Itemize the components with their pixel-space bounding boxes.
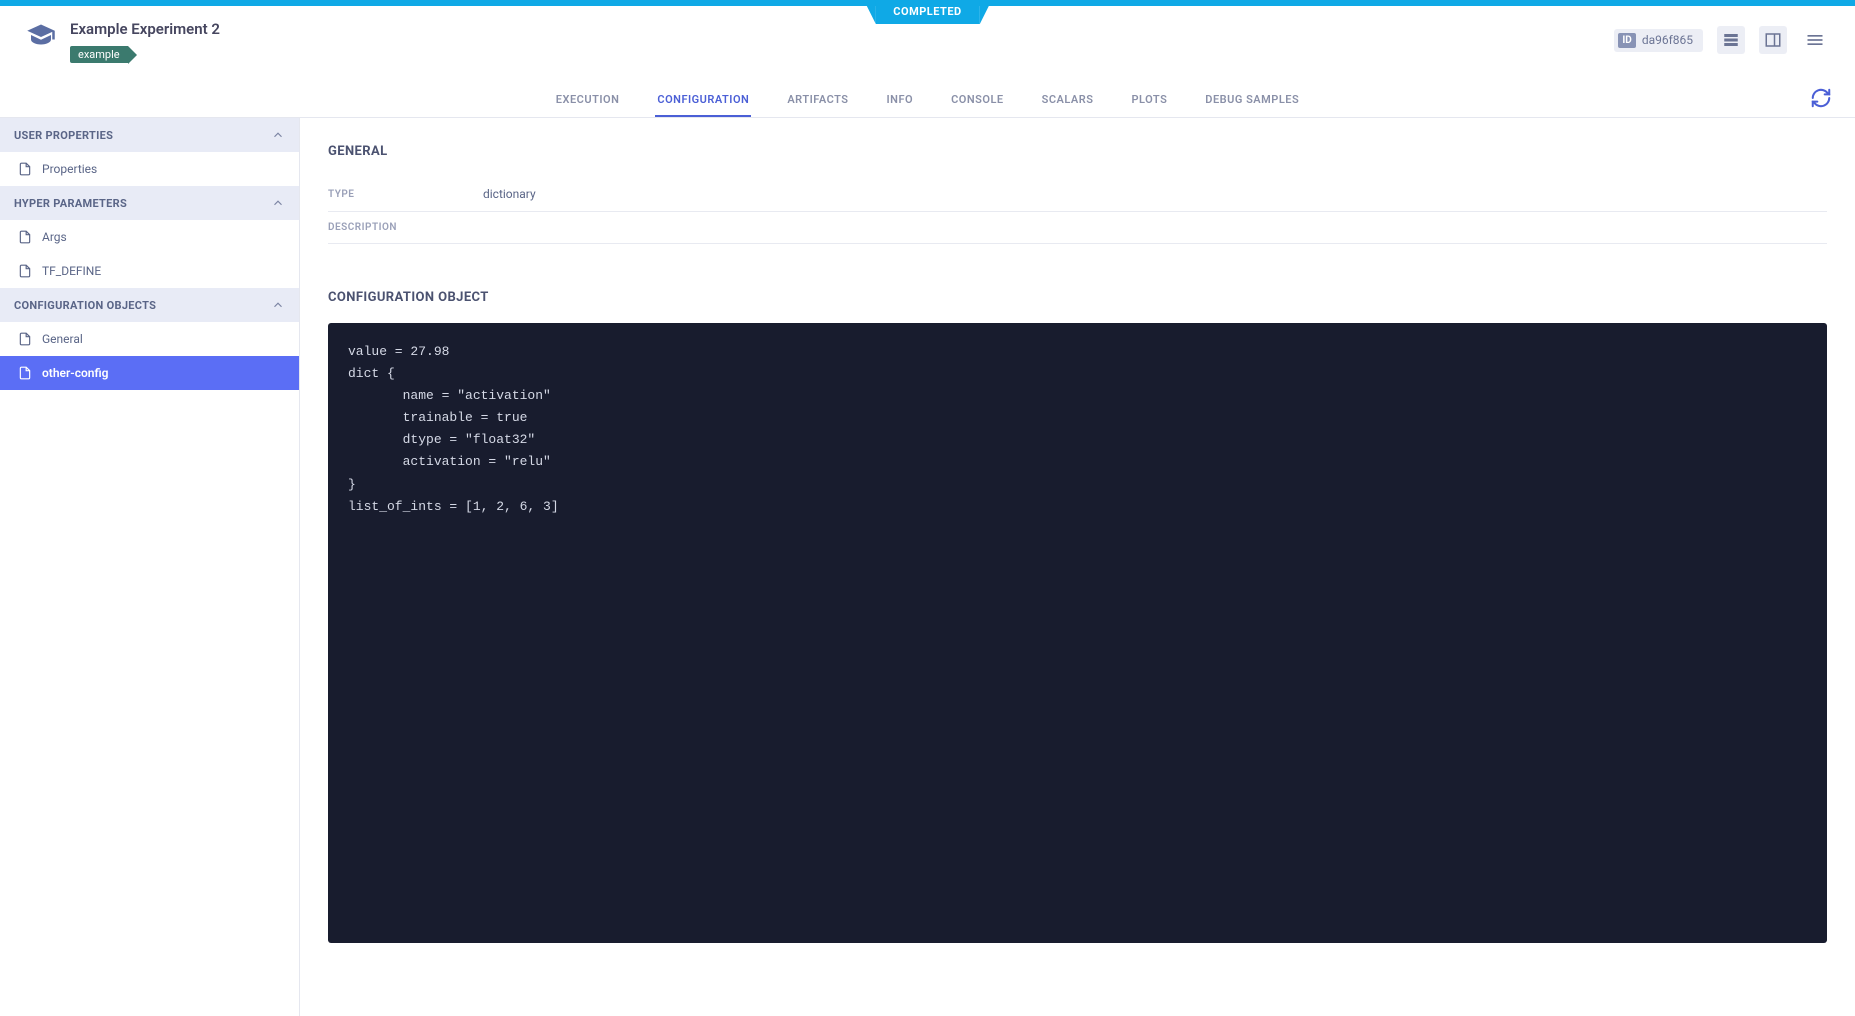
general-type-row: TYPE dictionary xyxy=(328,177,1827,212)
sidebar-item-label: TF_DEFINE xyxy=(42,264,101,278)
config-sidebar: USER PROPERTIES Properties HYPER PARAMET… xyxy=(0,118,300,1016)
sidebar-item-properties[interactable]: Properties xyxy=(0,152,299,186)
config-object-heading: CONFIGURATION OBJECT xyxy=(328,290,1827,305)
refresh-button[interactable] xyxy=(1807,84,1835,112)
tab-configuration[interactable]: CONFIGURATION xyxy=(655,81,751,117)
sidebar-item-label: Properties xyxy=(42,162,97,176)
general-description-label: DESCRIPTION xyxy=(328,222,483,233)
panel-layout-button[interactable] xyxy=(1759,26,1787,54)
experiment-id-badge[interactable]: ID da96f865 xyxy=(1614,29,1703,52)
file-icon xyxy=(18,332,32,346)
file-icon xyxy=(18,264,32,278)
sidebar-item-other-config[interactable]: other-config xyxy=(0,356,299,390)
general-description-row: DESCRIPTION xyxy=(328,212,1827,244)
status-chip: COMPLETED xyxy=(875,0,979,24)
sidebar-section-label: HYPER PARAMETERS xyxy=(14,197,127,210)
sidebar-section-label: USER PROPERTIES xyxy=(14,129,113,142)
sidebar-item-label: General xyxy=(42,332,83,346)
tab-execution[interactable]: EXECUTION xyxy=(554,81,622,117)
sidebar-item-label: Args xyxy=(42,230,67,244)
sidebar-item-tf-define[interactable]: TF_DEFINE xyxy=(0,254,299,288)
file-icon xyxy=(18,366,32,380)
tab-bar: EXECUTION CONFIGURATION ARTIFACTS INFO C… xyxy=(0,80,1855,118)
sidebar-section-user-properties[interactable]: USER PROPERTIES xyxy=(0,118,299,152)
main-content: GENERAL TYPE dictionary DESCRIPTION CONF… xyxy=(300,118,1855,1016)
tab-scalars[interactable]: SCALARS xyxy=(1040,81,1096,117)
tab-artifacts[interactable]: ARTIFACTS xyxy=(785,81,850,117)
file-icon xyxy=(18,162,32,176)
config-object-code[interactable]: value = 27.98 dict { name = "activation"… xyxy=(328,323,1827,943)
file-icon xyxy=(18,230,32,244)
chevron-up-icon xyxy=(271,196,285,210)
experiment-id: da96f865 xyxy=(1642,33,1693,47)
menu-button[interactable] xyxy=(1801,26,1829,54)
graduation-cap-icon xyxy=(26,22,56,52)
sidebar-item-args[interactable]: Args xyxy=(0,220,299,254)
tab-console[interactable]: CONSOLE xyxy=(949,81,1006,117)
experiment-title: Example Experiment 2 xyxy=(70,20,220,38)
id-label: ID xyxy=(1618,33,1635,48)
tab-debug-samples[interactable]: DEBUG SAMPLES xyxy=(1203,81,1301,117)
sidebar-item-label: other-config xyxy=(42,366,108,380)
experiment-tag[interactable]: example xyxy=(70,46,128,63)
general-heading: GENERAL xyxy=(328,144,1827,159)
sidebar-section-label: CONFIGURATION OBJECTS xyxy=(14,299,156,312)
chevron-up-icon xyxy=(271,128,285,142)
sidebar-section-hyper-parameters[interactable]: HYPER PARAMETERS xyxy=(0,186,299,220)
chevron-up-icon xyxy=(271,298,285,312)
sidebar-section-configuration-objects[interactable]: CONFIGURATION OBJECTS xyxy=(0,288,299,322)
general-type-label: TYPE xyxy=(328,189,483,200)
tab-plots[interactable]: PLOTS xyxy=(1129,81,1169,117)
card-view-button[interactable] xyxy=(1717,26,1745,54)
general-type-value: dictionary xyxy=(483,187,536,201)
sidebar-item-general[interactable]: General xyxy=(0,322,299,356)
tab-info[interactable]: INFO xyxy=(885,81,916,117)
